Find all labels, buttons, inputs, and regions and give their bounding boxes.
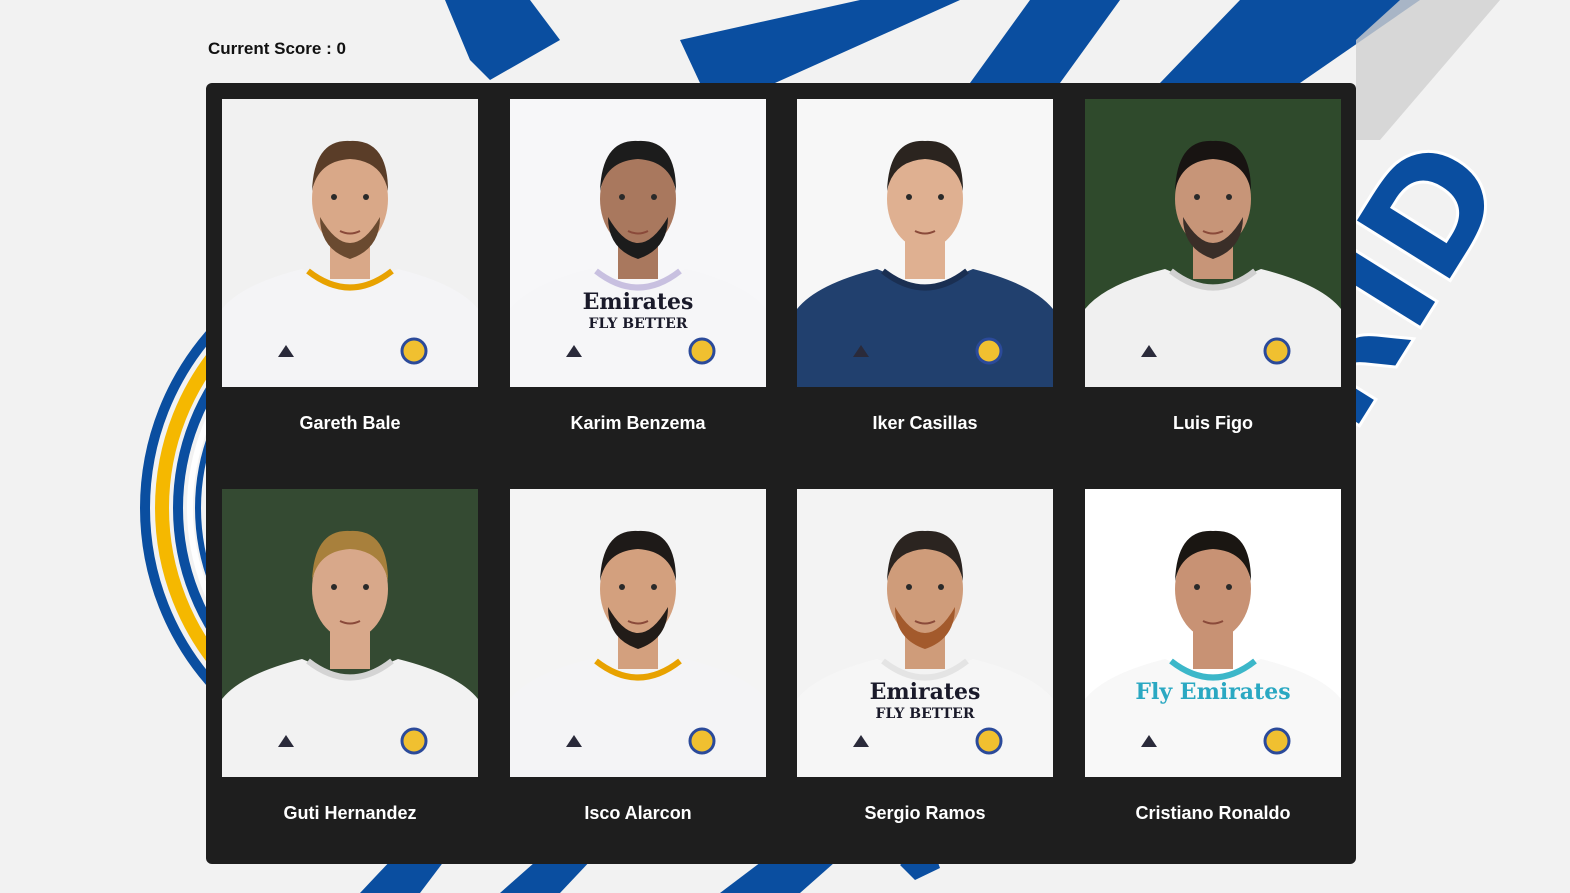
player-grid: Gareth Bale Emirates FLY BETTER Karim Benz… xyxy=(206,83,1356,864)
player-name: Iker Casillas xyxy=(872,413,978,433)
player-photo[interactable]: Fly Emirates xyxy=(1085,489,1341,777)
current-score: Current Score : 0 xyxy=(208,39,346,58)
stripe-shadow xyxy=(1356,0,1500,140)
player-photo[interactable]: Emirates FLY BETTER xyxy=(510,99,766,387)
player-photo[interactable]: Emirates FLY BETTER xyxy=(797,489,1053,777)
jersey-sponsor-subtext: FLY BETTER xyxy=(875,706,975,722)
player-name: Cristiano Ronaldo xyxy=(1135,803,1291,823)
player-photo[interactable] xyxy=(222,489,478,777)
jersey-sponsor-text: Fly Emirates xyxy=(1135,679,1291,705)
player-name: Karim Benzema xyxy=(570,413,706,433)
player-photo[interactable] xyxy=(797,99,1053,387)
player-name: Luis Figo xyxy=(1173,413,1253,433)
player-name: Isco Alarcon xyxy=(584,803,692,823)
player-name: Guti Hernandez xyxy=(283,803,417,823)
player-photo[interactable] xyxy=(222,99,478,387)
player-photo[interactable] xyxy=(1085,99,1341,387)
player-name: Gareth Bale xyxy=(299,413,401,433)
jersey-sponsor-subtext: FLY BETTER xyxy=(588,316,688,332)
jersey-sponsor-text: Emirates xyxy=(582,289,694,315)
player-name: Sergio Ramos xyxy=(864,803,986,823)
player-photo[interactable] xyxy=(510,489,766,777)
jersey-sponsor-text: Emirates xyxy=(869,679,981,705)
